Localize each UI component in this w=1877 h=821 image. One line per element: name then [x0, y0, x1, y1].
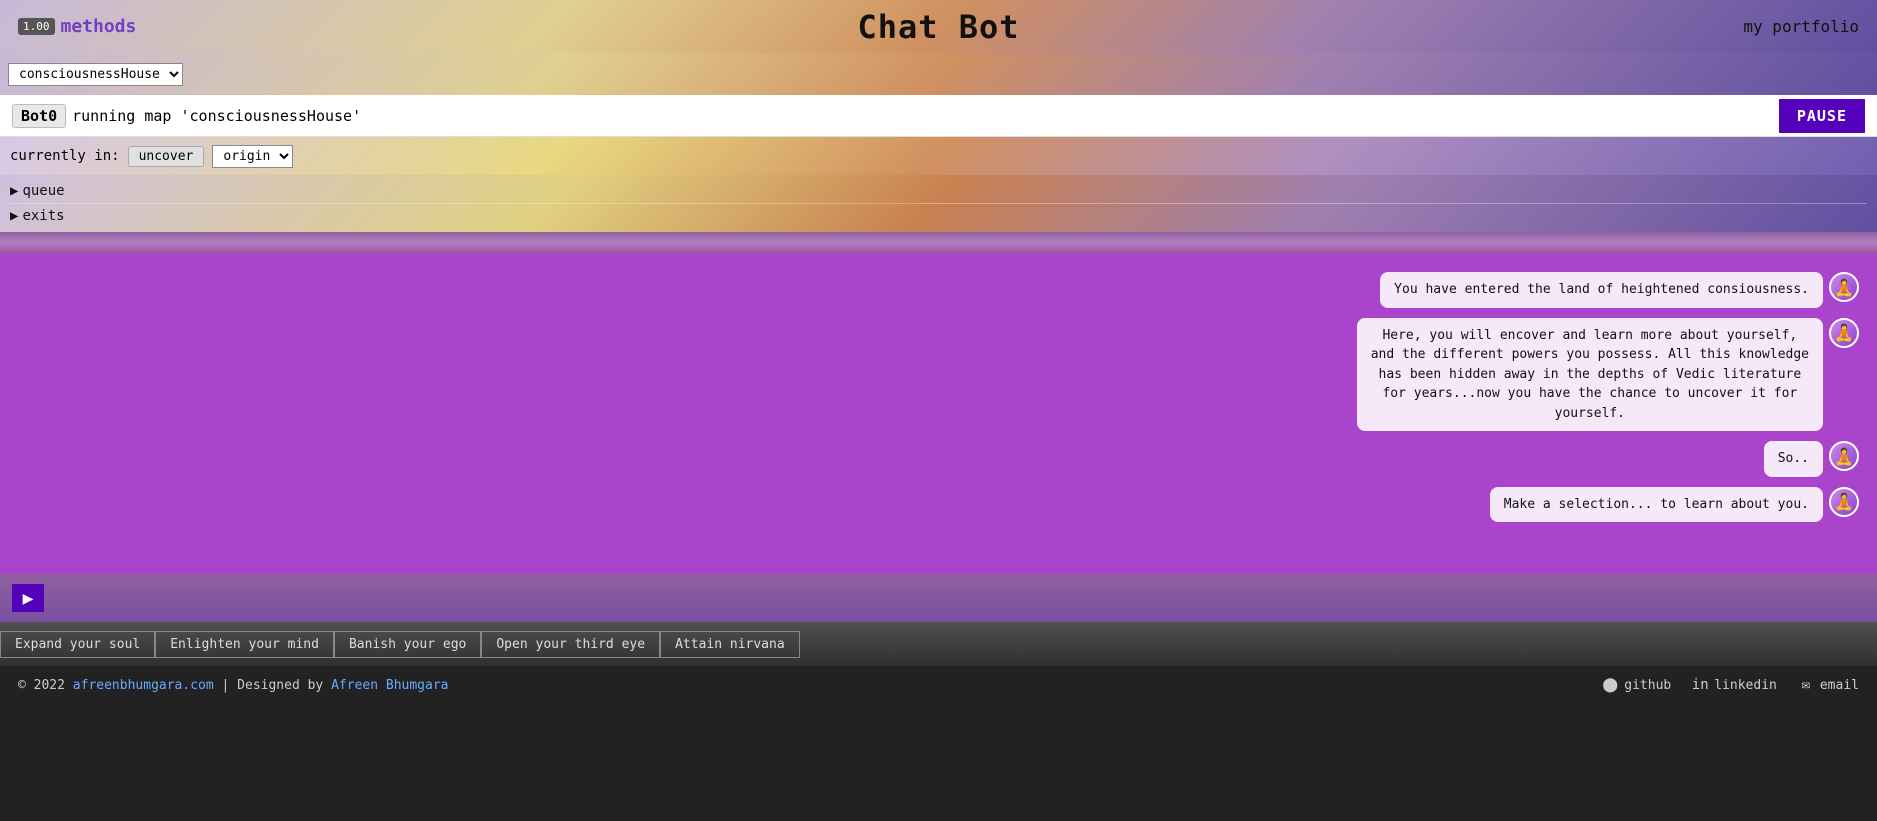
status-bar: Bot0 running map 'consciousnessHouse' PA… — [0, 95, 1877, 137]
pause-button[interactable]: PAUSE — [1779, 99, 1865, 133]
chat-bubble-3: So.. — [1764, 441, 1823, 477]
header-left: 1.00 methods — [18, 16, 136, 37]
play-button[interactable]: ▶ — [12, 584, 44, 612]
bg-transition — [0, 232, 1877, 254]
uncover-button[interactable]: uncover — [128, 146, 205, 167]
status-left: Bot0 running map 'consciousnessHouse' — [12, 104, 361, 128]
map-bar: consciousnessHouse map2 map3 — [0, 53, 1877, 95]
chat-avatar-1: 🧘 — [1829, 272, 1859, 302]
chat-input-row: ▶ — [0, 574, 1877, 622]
footer: © 2022 afreenbhumgara.com | Designed by … — [0, 666, 1877, 704]
queue-arrow: ▶ — [10, 183, 18, 199]
exits-arrow: ▶ — [10, 208, 18, 224]
chat-row-4: Make a selection... to learn about you. … — [1490, 487, 1859, 523]
chat-bubble-1: You have entered the land of heightened … — [1380, 272, 1823, 308]
header-methods-link[interactable]: methods — [61, 16, 137, 37]
linkedin-label: linkedin — [1714, 678, 1777, 693]
footer-copyright: © 2022 — [18, 678, 73, 693]
chat-avatar-2: 🧘 — [1829, 318, 1859, 348]
portfolio-link[interactable]: my portfolio — [1743, 17, 1859, 36]
exits-row[interactable]: ▶ exits — [10, 204, 1867, 228]
gen-badge: 1.00 — [18, 18, 55, 35]
currently-bar: currently in: uncover origin start end — [0, 137, 1877, 175]
linkedin-icon: in — [1691, 676, 1709, 694]
github-link[interactable]: ⬤ github — [1601, 676, 1671, 694]
running-text: running map 'consciousnessHouse' — [72, 107, 361, 125]
choice-expand-soul[interactable]: Expand your soul — [0, 631, 155, 658]
email-label: email — [1820, 678, 1859, 693]
chat-row-1: You have entered the land of heightened … — [1380, 272, 1859, 308]
chat-bubble-4: Make a selection... to learn about you. — [1490, 487, 1823, 523]
footer-left: © 2022 afreenbhumgara.com | Designed by … — [18, 678, 449, 693]
footer-site-link[interactable]: afreenbhumgara.com — [73, 678, 214, 693]
page-title: Chat Bot — [857, 8, 1019, 46]
chat-area: You have entered the land of heightened … — [0, 254, 1877, 574]
bot-name-badge: Bot0 — [12, 104, 66, 128]
chat-row-3: So.. 🧘 — [1764, 441, 1859, 477]
map-select[interactable]: consciousnessHouse map2 map3 — [8, 63, 183, 86]
exits-label: exits — [22, 208, 64, 224]
linkedin-link[interactable]: in linkedin — [1691, 676, 1777, 694]
chat-avatar-4: 🧘 — [1829, 487, 1859, 517]
queue-label: queue — [22, 183, 64, 199]
choice-nirvana[interactable]: Attain nirvana — [660, 631, 800, 658]
chat-avatar-3: 🧘 — [1829, 441, 1859, 471]
queue-exits-area: ▶ queue ▶ exits — [0, 175, 1877, 232]
currently-in-label: currently in: — [10, 148, 120, 164]
github-label: github — [1624, 678, 1671, 693]
github-icon: ⬤ — [1601, 676, 1619, 694]
email-icon: ✉ — [1797, 676, 1815, 694]
choice-third-eye[interactable]: Open your third eye — [481, 631, 660, 658]
chat-bubble-2: Here, you will encover and learn more ab… — [1357, 318, 1823, 432]
footer-author-link[interactable]: Afreen Bhumgara — [331, 678, 448, 693]
footer-designed-by: | Designed by — [214, 678, 331, 693]
choice-banish-ego[interactable]: Banish your ego — [334, 631, 481, 658]
choice-enlighten-mind[interactable]: Enlighten your mind — [155, 631, 334, 658]
queue-row[interactable]: ▶ queue — [10, 179, 1867, 204]
chat-row-2: Here, you will encover and learn more ab… — [1357, 318, 1859, 432]
choice-buttons: Expand your soul Enlighten your mind Ban… — [0, 622, 1877, 666]
email-link[interactable]: ✉ email — [1797, 676, 1859, 694]
footer-right: ⬤ github in linkedin ✉ email — [1601, 676, 1859, 694]
header: 1.00 methods Chat Bot my portfolio — [0, 0, 1877, 53]
origin-select[interactable]: origin start end — [212, 145, 293, 168]
